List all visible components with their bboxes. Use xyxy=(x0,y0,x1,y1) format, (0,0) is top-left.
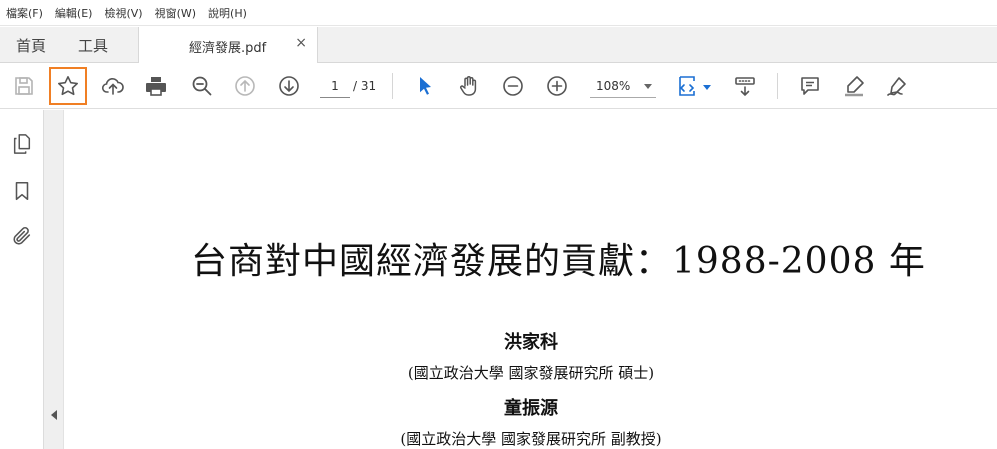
divider xyxy=(392,73,393,99)
zoom-out-button[interactable] xyxy=(494,67,532,105)
page-up-icon xyxy=(235,76,255,96)
page-thumbnails-button[interactable] xyxy=(10,132,34,156)
left-nav-panel xyxy=(0,110,44,449)
attachment-icon xyxy=(13,227,31,245)
page-total: / 31 xyxy=(353,79,377,93)
zoom-value: 108% xyxy=(596,79,631,93)
pages-icon xyxy=(13,134,31,154)
sign-button[interactable] xyxy=(878,67,916,105)
zoom-search-button[interactable] xyxy=(183,67,221,105)
menu-help[interactable]: 說明(H) xyxy=(208,5,247,21)
toolbar: 1 / 31 108% xyxy=(0,63,997,109)
save-icon xyxy=(15,77,33,95)
page-number-input[interactable]: 1 xyxy=(320,74,350,98)
bookmarks-button[interactable] xyxy=(10,179,34,203)
affiliation-2: (國立政治大學 國家發展研究所 副教授) xyxy=(400,430,662,448)
print-button[interactable] xyxy=(137,67,175,105)
select-arrow-icon xyxy=(420,77,431,95)
divider xyxy=(777,73,778,99)
chevron-down-icon xyxy=(644,84,652,89)
zoom-out-icon xyxy=(503,76,523,96)
attachments-button[interactable] xyxy=(10,224,34,248)
affiliation-1: (國立政治大學 國家發展研究所 碩士) xyxy=(407,364,655,382)
fit-page-dropdown-icon[interactable] xyxy=(703,85,711,90)
zoom-in-icon xyxy=(547,76,567,96)
star-icon xyxy=(58,76,78,96)
nav-collapse-strip[interactable] xyxy=(44,110,64,449)
fit-page-icon xyxy=(679,76,695,96)
tab-home[interactable]: 首頁 xyxy=(16,27,46,63)
hand-tool-button[interactable] xyxy=(450,67,488,105)
save-button[interactable] xyxy=(5,67,43,105)
comment-button[interactable] xyxy=(791,67,829,105)
upload-icon xyxy=(101,78,124,95)
print-icon xyxy=(146,77,166,96)
document-page: 台商對中國經濟發展的貢獻：1988-2008 年 洪家科 (國立政治大學 國家發… xyxy=(65,110,997,449)
author-1: 洪家科 xyxy=(504,332,558,353)
document-tab-title: 經濟發展.pdf xyxy=(189,41,267,56)
highlight-pen-icon xyxy=(845,76,864,97)
menu-view[interactable]: 檢視(V) xyxy=(104,5,142,21)
menu-file[interactable]: 檔案(F) xyxy=(6,5,43,21)
chevron-left-icon[interactable] xyxy=(51,410,57,420)
bookmark-icon xyxy=(15,181,29,201)
menu-bar: 檔案(F) 編輯(E) 檢視(V) 視窗(W) 說明(H) xyxy=(0,0,997,26)
upload-button[interactable] xyxy=(94,67,132,105)
zoom-select[interactable]: 108% xyxy=(590,74,656,98)
page-down-icon xyxy=(279,76,299,96)
close-tab-button[interactable]: × xyxy=(295,35,307,51)
bookmark-star-button[interactable] xyxy=(49,67,87,105)
menu-edit[interactable]: 編輯(E) xyxy=(55,5,93,21)
fit-page-button[interactable] xyxy=(668,67,706,105)
select-tool-button[interactable] xyxy=(406,67,444,105)
sign-icon xyxy=(887,77,906,96)
scroll-mode-icon xyxy=(735,77,755,97)
page-down-button[interactable] xyxy=(270,67,308,105)
tab-bar: 首頁 工具 經濟發展.pdf × xyxy=(0,27,997,64)
document-title: 台商對中國經濟發展的貢獻：1988-2008 年 xyxy=(191,241,926,282)
tab-tools[interactable]: 工具 xyxy=(78,27,108,63)
zoom-in-button[interactable] xyxy=(538,67,576,105)
zoom-search-icon xyxy=(192,76,212,96)
page-up-button[interactable] xyxy=(226,67,264,105)
comment-icon xyxy=(801,77,819,95)
tab-document[interactable]: 經濟發展.pdf × xyxy=(138,27,318,64)
scroll-mode-button[interactable] xyxy=(726,67,764,105)
hand-icon xyxy=(460,76,477,96)
highlight-button[interactable] xyxy=(835,67,873,105)
menu-window[interactable]: 視窗(W) xyxy=(155,5,196,21)
author-2: 童振源 xyxy=(504,398,558,419)
